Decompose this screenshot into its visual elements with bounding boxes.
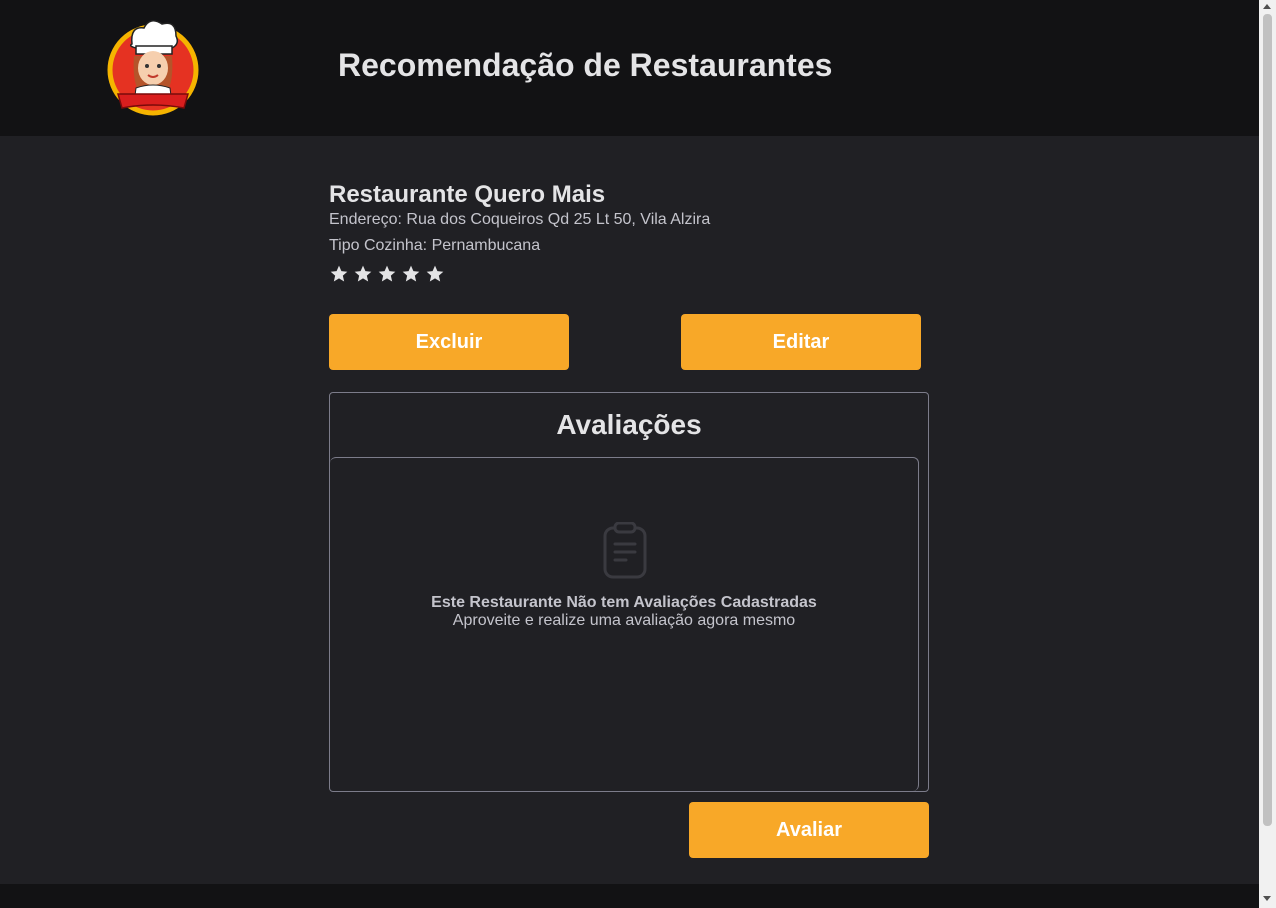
- clipboard-icon: [603, 522, 647, 579]
- star-icon: [378, 265, 396, 282]
- scroll-up-icon[interactable]: [1263, 4, 1271, 9]
- app-footer: [0, 884, 1259, 908]
- scroll-down-icon[interactable]: [1263, 896, 1271, 901]
- restaurant-cuisine: Tipo Cozinha: Pernambucana: [329, 237, 541, 254]
- star-icon: [402, 265, 420, 282]
- restaurant-name: Restaurante Quero Mais: [329, 181, 606, 208]
- edit-button[interactable]: Editar: [681, 314, 921, 370]
- restaurant-address: Endereço: Rua dos Coqueiros Qd 25 Lt 50,…: [329, 211, 711, 228]
- delete-button[interactable]: Excluir: [329, 314, 569, 370]
- page-title: Recomendação de Restaurantes: [338, 47, 833, 83]
- star-icon: [426, 265, 444, 282]
- reviews-panel: Avaliações Este Restaurante Não tem Aval…: [329, 392, 929, 792]
- empty-state-subtitle: Aproveite e realize uma avaliação agora …: [452, 612, 796, 629]
- empty-state-title: Este Restaurante Não tem Avaliações Cada…: [431, 594, 817, 611]
- rate-button[interactable]: Avaliar: [689, 802, 929, 858]
- star-icon: [330, 265, 348, 282]
- reviews-title: Avaliações: [556, 409, 702, 440]
- rating-stars: [329, 264, 929, 284]
- vertical-scrollbar[interactable]: [1259, 0, 1276, 908]
- scroll-thumb[interactable]: [1263, 14, 1272, 826]
- app-header: Recomendação de Restaurantes: [0, 0, 1259, 136]
- star-icon: [354, 265, 372, 282]
- reviews-list[interactable]: Este Restaurante Não tem Avaliações Cada…: [330, 457, 919, 791]
- chef-logo-icon: [96, 8, 208, 120]
- restaurant-details: Restaurante Quero Mais Endereço: Rua dos…: [329, 180, 929, 858]
